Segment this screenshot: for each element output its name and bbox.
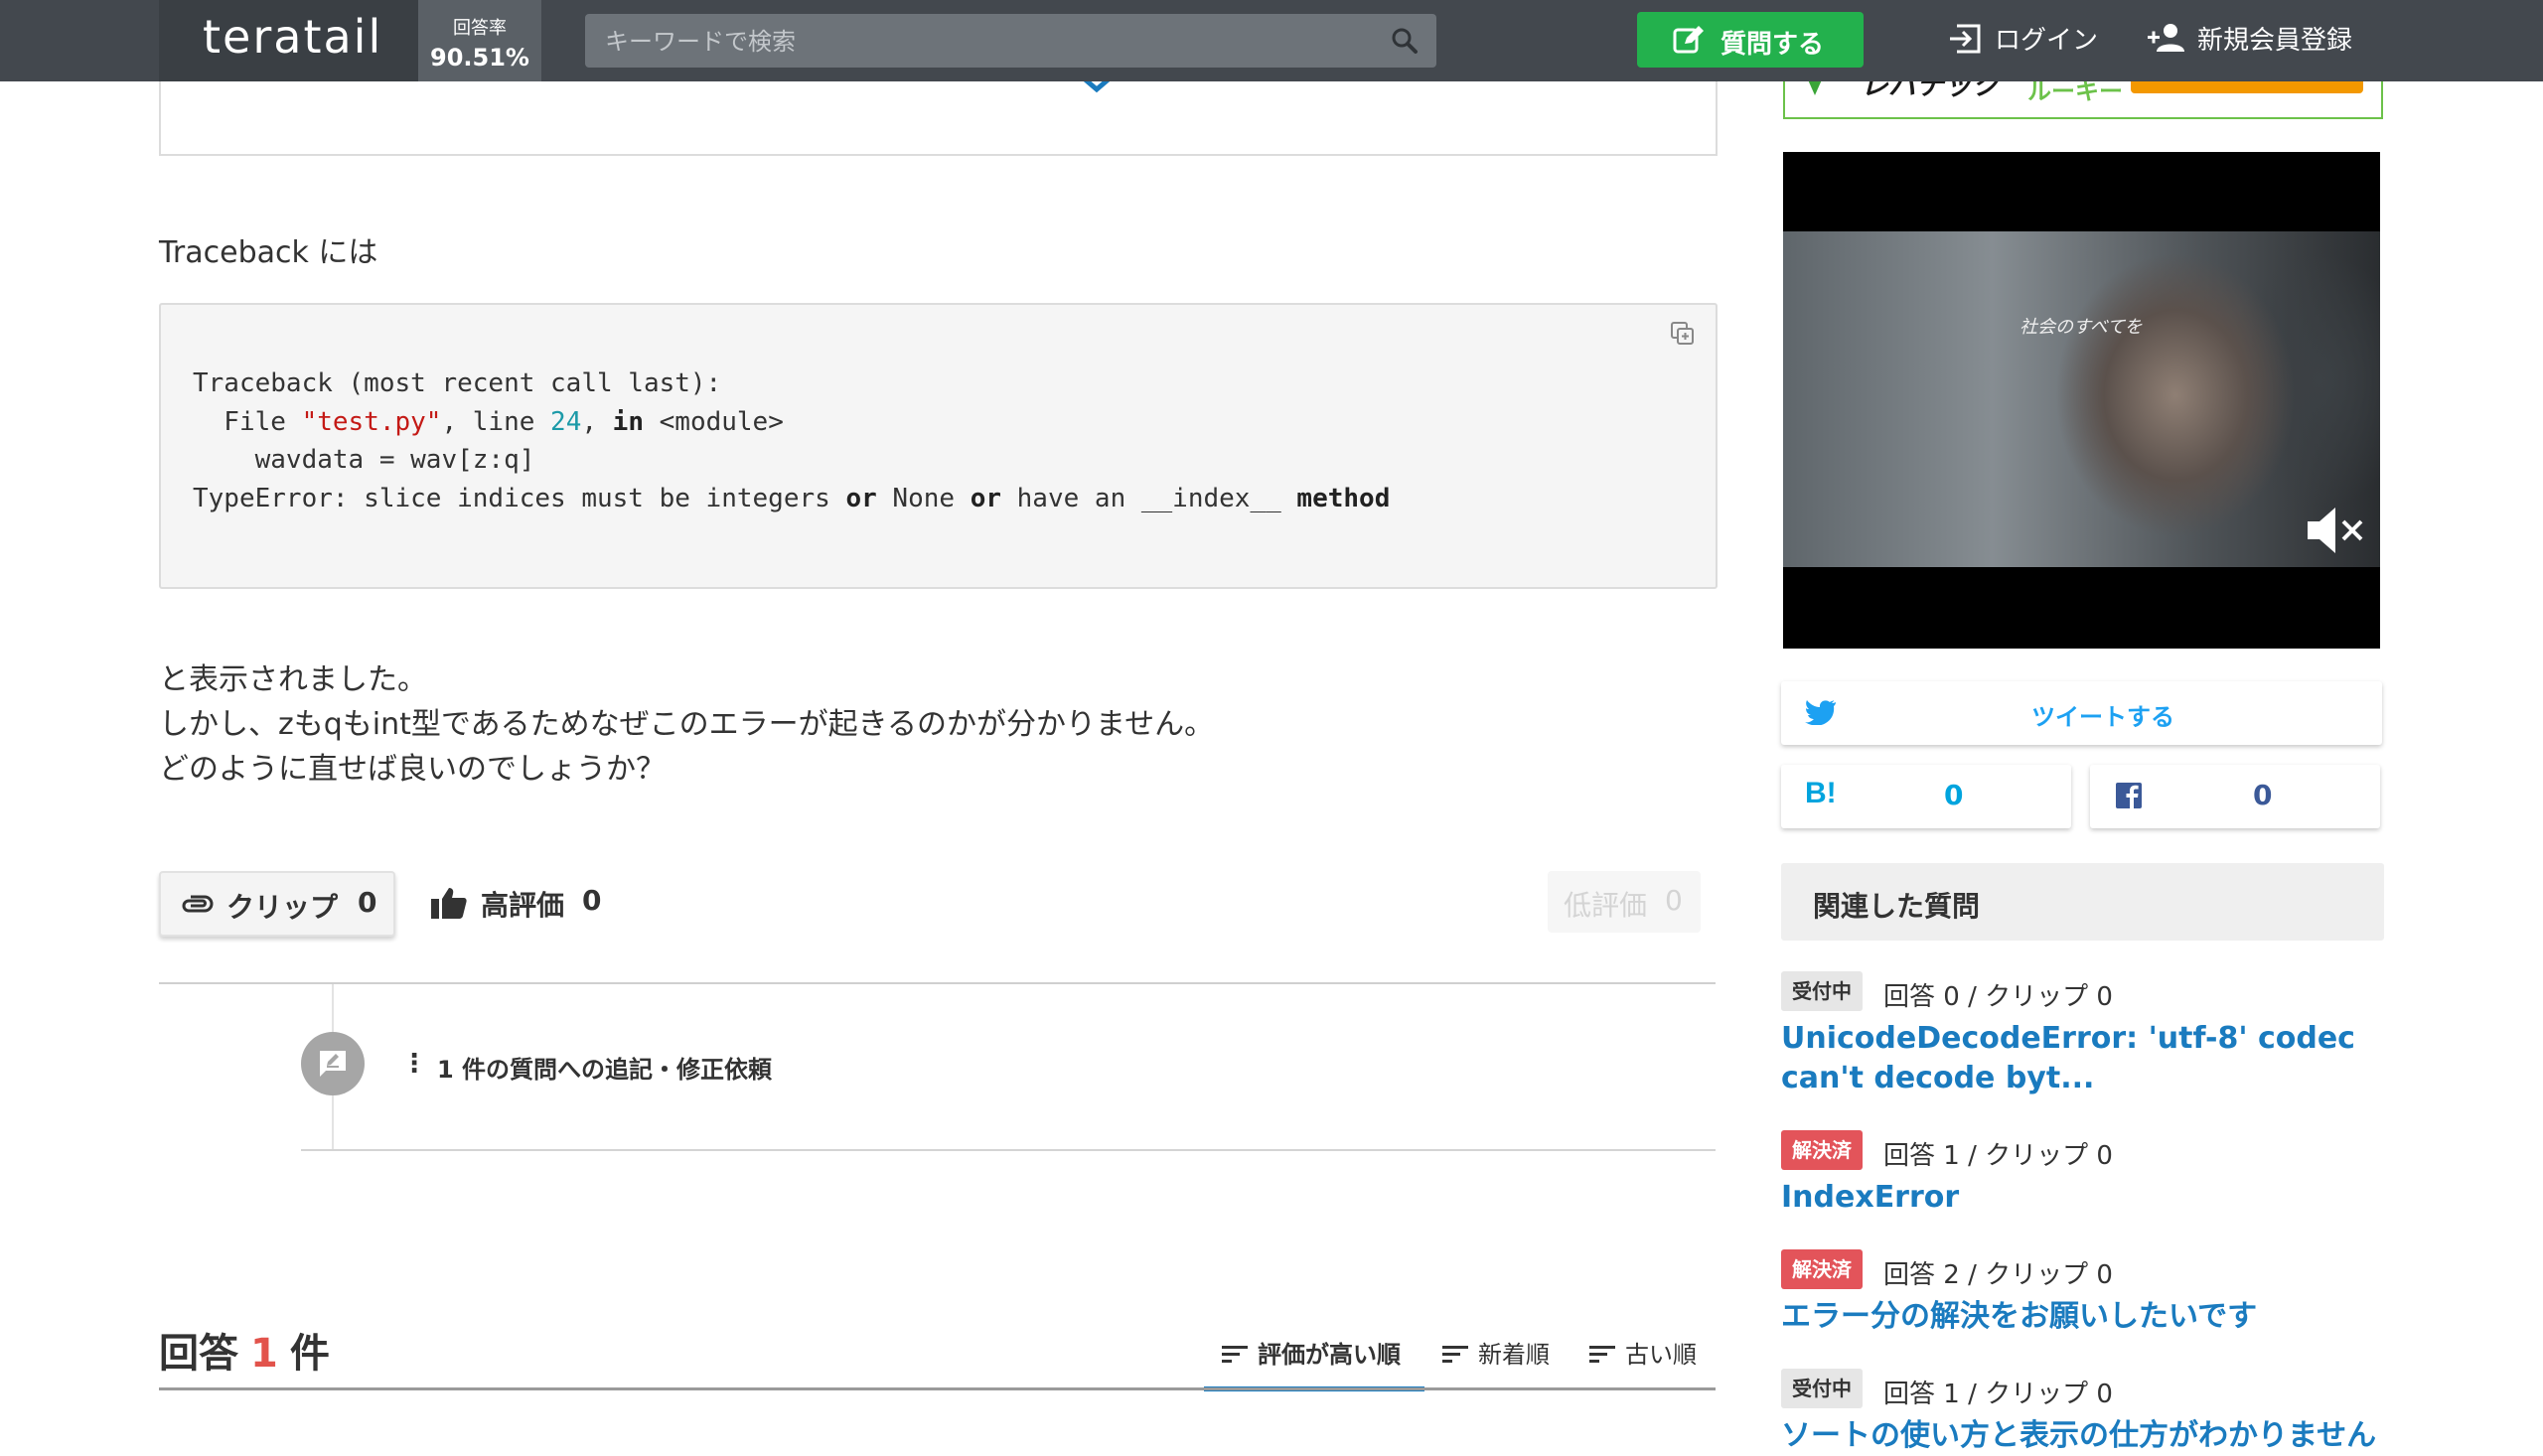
answer-rate-badge: 回答率 90.51% — [418, 0, 541, 81]
body-line: しかし、zもqもint型であるためなぜこのエラーが起きるのかが分かりません。 — [159, 707, 1215, 742]
paperclip-icon — [182, 895, 214, 913]
downvote-label: 低評価 — [1564, 889, 1648, 922]
answer-rate-value: 90.51% — [430, 44, 529, 72]
sort-icon — [1589, 1346, 1615, 1363]
code-token: <module> — [643, 406, 784, 437]
clip-count: 0 — [358, 886, 377, 919]
comment-request-link[interactable]: 1 件の質問への追記・修正依頼 — [437, 1050, 772, 1085]
related-questions-header: 関連した質問 — [1781, 863, 2384, 941]
facebook-icon — [2116, 783, 2142, 808]
code-keyword: or — [845, 483, 877, 513]
sort-tab-votes[interactable]: 評価が高い順 — [1204, 1331, 1424, 1391]
code-token: have an __index__ — [1001, 483, 1297, 513]
status-badge: 受付中 — [1781, 1369, 1863, 1408]
thumbs-up-icon — [431, 888, 467, 919]
ask-question-button[interactable]: 質問する — [1637, 12, 1864, 68]
code-keyword: in — [612, 406, 644, 437]
search-input[interactable] — [603, 14, 1362, 70]
downvote-count: 0 — [1665, 884, 1683, 917]
upvote-count: 0 — [582, 884, 602, 917]
answers-heading: 回答 1 件 — [159, 1321, 330, 1379]
top-navigation-bar: teratail 回答率 90.51% 質問する ログイン 新 — [0, 0, 2543, 81]
question-body: と表示されました。 しかし、zもqもint型であるためなぜこのエラーが起きるのか… — [159, 657, 1214, 792]
video-caption: 社会のすべてを — [2019, 317, 2143, 338]
divider — [159, 1387, 1716, 1390]
code-keyword: method — [1296, 483, 1391, 513]
sort-tab-newest[interactable]: 新着順 — [1424, 1331, 1571, 1386]
comment-menu-icon[interactable]: ⋮ — [401, 1049, 427, 1079]
ask-question-label: 質問する — [1720, 30, 1825, 60]
facebook-share-button[interactable]: 0 — [2090, 765, 2380, 828]
upvote-label: 高評価 — [481, 889, 565, 922]
answers-count: 1 — [250, 1331, 278, 1377]
answers-heading-prefix: 回答 — [159, 1331, 238, 1377]
sort-tab-oldest[interactable]: 古い順 — [1571, 1331, 1719, 1386]
hatena-count: 0 — [1944, 779, 1964, 811]
tweet-label: ツイートする — [2031, 703, 2174, 731]
divider — [159, 982, 1716, 984]
edit-icon — [1673, 26, 1704, 54]
video-ad[interactable]: 社会のすべてを — [1783, 152, 2380, 649]
login-icon — [1950, 24, 1981, 54]
signup-label: 新規会員登録 — [2197, 26, 2353, 56]
mute-icon[interactable] — [2306, 506, 2367, 555]
login-label: ログイン — [1995, 26, 2099, 56]
code-line: Traceback (most recent call last): — [193, 368, 722, 398]
sort-tab-label: 新着順 — [1478, 1341, 1550, 1369]
traceback-intro-text: Traceback には — [159, 235, 378, 270]
status-badge: 受付中 — [1781, 971, 1863, 1011]
sort-icon — [1222, 1346, 1248, 1363]
tweet-button[interactable]: ツイートする — [1781, 681, 2382, 745]
sort-icon — [1442, 1346, 1468, 1363]
related-meta: 回答 2 / クリップ 0 — [1883, 1260, 2113, 1290]
downvote-button[interactable]: 低評価 0 — [1548, 871, 1701, 933]
status-badge: 解決済 — [1781, 1130, 1863, 1170]
logo[interactable]: teratail — [203, 10, 382, 64]
facebook-count: 0 — [2253, 779, 2273, 811]
related-meta: 回答 1 / クリップ 0 — [1883, 1141, 2113, 1171]
related-question-link[interactable]: UnicodeDecodeError: 'utf-8' codec can't … — [1781, 1019, 2397, 1098]
twitter-icon — [1805, 700, 1836, 725]
search-box — [585, 14, 1436, 70]
related-meta: 回答 1 / クリップ 0 — [1883, 1380, 2113, 1409]
search-icon[interactable] — [1391, 27, 1419, 55]
sort-tab-label: 古い順 — [1625, 1341, 1697, 1369]
comment-avatar — [301, 1032, 365, 1095]
hatena-bookmark-button[interactable]: B! 0 — [1781, 765, 2071, 828]
related-questions-title: 関連した質問 — [1813, 890, 1981, 923]
status-badge: 解決済 — [1781, 1249, 1863, 1289]
code-token: TypeError: slice indices must be integer… — [193, 483, 846, 513]
code-keyword: or — [970, 483, 1001, 513]
code-text: Traceback (most recent call last): File … — [193, 364, 1390, 517]
code-line: wavdata = wav[z:q] — [193, 445, 535, 475]
code-block: Traceback (most recent call last): File … — [159, 303, 1718, 589]
related-question-link[interactable]: IndexError — [1781, 1178, 2397, 1218]
code-token: , — [581, 406, 613, 437]
comment-edit-icon — [320, 1051, 346, 1077]
body-line: と表示されました。 — [159, 662, 427, 697]
code-string: "test.py" — [301, 406, 442, 437]
related-question-link[interactable]: エラー分の解決をお願いしたいです — [1781, 1297, 2397, 1337]
body-line: どのように直せば良いのでしょうか？ — [159, 752, 666, 787]
code-token: File — [193, 406, 302, 437]
hatena-icon: B! — [1805, 777, 1837, 809]
divider — [301, 1149, 1716, 1151]
code-token: , line — [441, 406, 551, 437]
copy-icon[interactable] — [1670, 321, 1696, 347]
clip-label: クリップ — [226, 891, 339, 924]
sort-tab-label: 評価が高い順 — [1258, 1341, 1401, 1369]
answer-rate-label: 回答率 — [453, 18, 507, 39]
answers-heading-suffix: 件 — [289, 1331, 330, 1377]
video-frame — [1783, 231, 2380, 567]
code-number: 24 — [550, 406, 582, 437]
related-meta: 回答 0 / クリップ 0 — [1883, 982, 2113, 1012]
code-token: None — [876, 483, 971, 513]
add-user-icon — [2148, 24, 2184, 52]
related-question-link[interactable]: ソートの使い方と表示の仕方がわかりません — [1781, 1416, 2397, 1456]
clip-button[interactable]: クリップ 0 — [159, 871, 395, 937]
